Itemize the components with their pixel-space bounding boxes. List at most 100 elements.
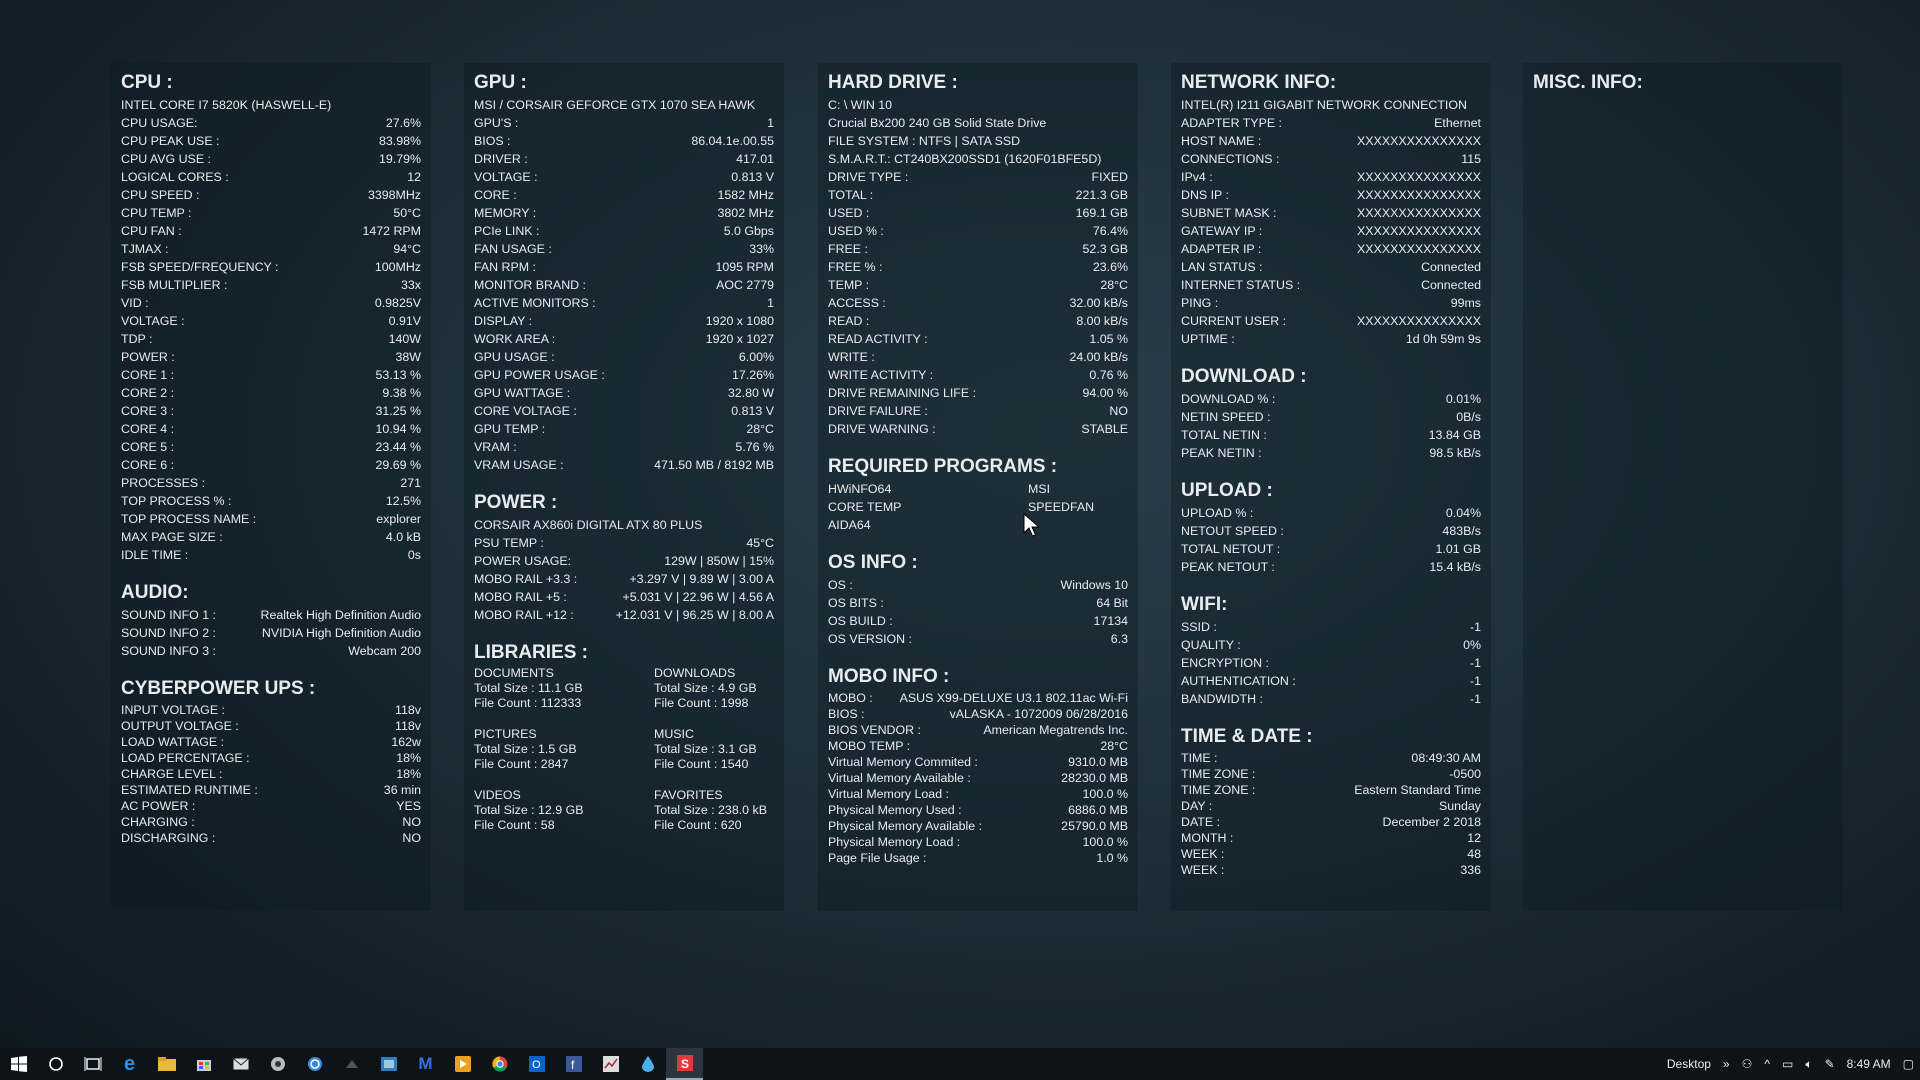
chrome-icon[interactable] (481, 1048, 518, 1080)
people-icon[interactable]: ⚇ (1736, 1057, 1759, 1071)
info-value: 1d 0h 59m 9s (1405, 332, 1481, 346)
info-value: 1 (767, 296, 774, 310)
app-icon[interactable] (259, 1048, 296, 1080)
info-row: DAY : Sunday (1181, 798, 1481, 814)
info-row: CPU TEMP : 50°C (121, 204, 421, 222)
info-label: TDP : (121, 332, 153, 346)
info-value: 99ms (1450, 296, 1481, 310)
app-icon[interactable] (592, 1048, 629, 1080)
network-icon[interactable]: ▭ (1776, 1057, 1799, 1071)
info-label: IPv4 : (1181, 170, 1213, 184)
info-label: TOTAL NETIN : (1181, 428, 1267, 442)
app-icon[interactable] (296, 1048, 333, 1080)
info-label: VRAM USAGE : (474, 458, 564, 472)
info-label: HOST NAME : (1181, 134, 1262, 148)
info-label: IDLE TIME : (121, 548, 189, 562)
app-icon[interactable] (333, 1048, 370, 1080)
clock[interactable]: 8:49 AM (1841, 1057, 1897, 1071)
desktop-toolbar-label[interactable]: Desktop (1661, 1057, 1717, 1071)
info-label: TOP PROCESS % : (121, 494, 232, 508)
library-item: MUSIC Total Size : 3.1 GB File Count : 154… (654, 727, 774, 772)
info-value: XXXXXXXXXXXXXXX (1357, 314, 1481, 328)
info-label: CPU TEMP : (121, 206, 192, 220)
app-icon[interactable] (370, 1048, 407, 1080)
os-rows: OS : Windows 10 OS BITS : 64 Bit OS BUILD : 1… (828, 576, 1128, 648)
info-value: Eastern Standard Time (1354, 783, 1481, 797)
info-value: Realtek High Definition Audio (260, 608, 422, 622)
network-panel: NETWORK INFO: INTEL(R) I211 GIGABIT NETW… (1171, 63, 1491, 911)
info-value: 9.38 % (382, 386, 421, 400)
info-label: LOGICAL CORES : (121, 170, 229, 184)
library-name: DOWNLOADS (654, 666, 736, 680)
info-value: XXXXXXXXXXXXXXX (1357, 170, 1481, 184)
mobo-rows: MOBO : ASUS X99-DELUXE U3.1 802.11ac Wi-F… (828, 690, 1128, 866)
notification-icon[interactable]: ▢ (1897, 1057, 1920, 1071)
info-value: 8.00 kB/s (1076, 314, 1128, 328)
gpu-panel: GPU : MSI / CORSAIR GEFORCE GTX 1070 SEA… (464, 63, 784, 911)
info-label: MAX PAGE SIZE : (121, 530, 223, 544)
info-row: ADAPTER IP : XXXXXXXXXXXXXXX (1181, 240, 1481, 258)
info-label: BIOS : (474, 134, 511, 148)
info-row: DRIVE WARNING : STABLE (828, 420, 1128, 438)
info-row: TOP PROCESS NAME : explorer (121, 510, 421, 528)
info-row: WRITE ACTIVITY : 0.76 % (828, 366, 1128, 384)
info-value: FIXED (1091, 170, 1129, 184)
task-view-icon[interactable] (74, 1048, 111, 1080)
info-row: WEEK : 336 (1181, 862, 1481, 878)
info-row: PCIe LINK : 5.0 Gbps (474, 222, 774, 240)
info-label: NETIN SPEED : (1181, 410, 1271, 424)
info-row: MOBO : ASUS X99-DELUXE U3.1 802.11ac Wi-F… (828, 690, 1128, 706)
hdd-line: FILE SYSTEM : NTFS | SATA SSD (828, 134, 1021, 148)
info-value: 140W (388, 332, 421, 346)
info-label: GPU USAGE : (474, 350, 555, 364)
info-label: DISPLAY : (474, 314, 533, 328)
wifi-title: WIFI: (1181, 594, 1228, 615)
info-value: +5.031 V | 22.96 W | 4.56 A (622, 590, 774, 604)
malwarebytes-icon[interactable]: M (407, 1048, 444, 1080)
store-icon[interactable] (185, 1048, 222, 1080)
file-explorer-icon[interactable] (148, 1048, 185, 1080)
info-row: Physical Memory Available : 25790.0 MB (828, 818, 1128, 834)
info-value: 336 (1460, 863, 1481, 877)
info-value: 1.01 GB (1435, 542, 1481, 556)
outlook-icon[interactable]: O (518, 1048, 555, 1080)
info-value: 19.79% (378, 152, 421, 166)
info-row: VID : 0.9825V (121, 294, 421, 312)
info-label: CPU AVG USE : (121, 152, 211, 166)
info-label: CORE : (474, 188, 517, 202)
info-row: BANDWIDTH : -1 (1181, 690, 1481, 708)
hdd-rows: DRIVE TYPE : FIXED TOTAL : 221.3 GB USED : 16… (828, 168, 1128, 438)
info-value: 1.05 % (1089, 332, 1128, 346)
app-icon[interactable] (444, 1048, 481, 1080)
info-value: 45°C (746, 536, 774, 550)
library-name: MUSIC (654, 727, 694, 741)
info-value: 3802 MHz (717, 206, 774, 220)
windows-start-icon[interactable] (0, 1048, 37, 1080)
info-row: Page File Usage : 1.0 % (828, 850, 1128, 866)
info-label: CORE 3 : (121, 404, 175, 418)
search-icon[interactable] (37, 1048, 74, 1080)
info-label: MOBO RAIL +5 : (474, 590, 567, 604)
info-row: BIOS VENDOR : American Megatrends Inc. (828, 722, 1128, 738)
rainmeter-icon[interactable]: S (666, 1048, 703, 1080)
mail-icon[interactable] (222, 1048, 259, 1080)
info-value: 0s (407, 548, 421, 562)
chevron-up-icon[interactable]: ^ (1758, 1057, 1776, 1071)
info-label: LOAD WATTAGE : (121, 735, 225, 749)
info-row: AC POWER : YES (121, 798, 421, 814)
volume-icon[interactable]: 🔈︎ (1799, 1057, 1818, 1072)
pen-icon[interactable]: ✎ (1819, 1057, 1841, 1071)
info-label: DRIVER : (474, 152, 528, 166)
app-icon[interactable] (629, 1048, 666, 1080)
info-row: CORE 5 : 23.44 % (121, 438, 421, 456)
info-label: GPU TEMP : (474, 422, 546, 436)
info-value: 10.94 % (375, 422, 421, 436)
info-label: READ : (828, 314, 870, 328)
app-icon[interactable]: f (555, 1048, 592, 1080)
edge-icon[interactable]: e (111, 1048, 148, 1080)
info-row: GATEWAY IP : XXXXXXXXXXXXXXX (1181, 222, 1481, 240)
chevron-right-icon[interactable]: » (1717, 1057, 1736, 1071)
info-label: CPU FAN : (121, 224, 182, 238)
info-row: CHARGING : NO (121, 814, 421, 830)
info-label: DOWNLOAD % : (1181, 392, 1276, 406)
